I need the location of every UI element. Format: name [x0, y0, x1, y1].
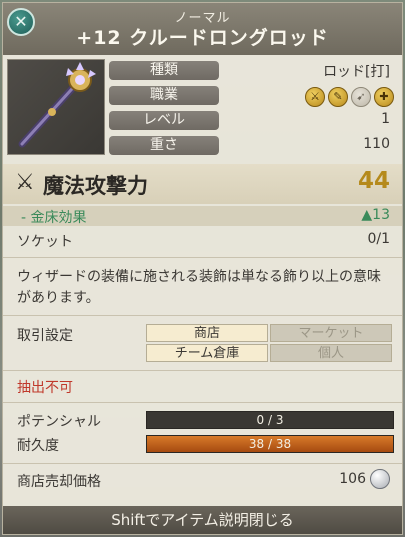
durability-label: 耐久度: [17, 438, 59, 454]
potential-bar: 0 / 3: [146, 411, 394, 429]
stat-label-level: レベル: [109, 111, 219, 130]
crossed-swords-icon: ⚔: [15, 170, 35, 195]
trade-option-market: マーケット: [270, 324, 392, 342]
item-image: [7, 59, 105, 155]
sell-price-label: 商店売却価格: [17, 474, 101, 490]
silver-coin-icon: [370, 469, 390, 489]
trade-settings-label: 取引設定: [17, 328, 73, 344]
stat-label-weight: 重さ: [109, 136, 219, 155]
potential-value: 0 / 3: [256, 413, 284, 427]
bow-job-icon: ➹: [351, 87, 371, 107]
divider: [3, 370, 402, 371]
tooltip-header: ✕ ノーマル +12 クルードロングロッド: [3, 3, 402, 55]
stat-label-job: 職業: [109, 86, 219, 105]
trade-option-shop: 商店: [146, 324, 268, 342]
socket-label: ソケット: [17, 234, 73, 250]
gold-bed-row: - 金床効果 ▲13: [3, 206, 402, 226]
magic-attack-label: 魔法攻撃力: [43, 174, 148, 198]
item-description: ウィザードの装備に施される装飾は単なる飾り以上の意味があります。: [17, 269, 381, 306]
staff-job-icon: ✎: [328, 87, 348, 107]
magic-attack-row: ⚔ 魔法攻撃力 44: [3, 164, 402, 204]
stat-value-weight: 110: [363, 136, 390, 152]
trade-option-personal: 個人: [270, 344, 392, 362]
potential-label: ポテンシャル: [17, 414, 101, 430]
divider: [3, 315, 402, 316]
socket-value: 0/1: [367, 231, 390, 247]
sword-job-icon: ⚔: [305, 87, 325, 107]
sell-price-value: 106: [339, 471, 366, 487]
durability-value: 38 / 38: [248, 437, 292, 451]
cross-job-icon: ✚: [374, 87, 394, 107]
stat-label-type: 種類: [109, 61, 219, 80]
divider: [3, 257, 402, 258]
gold-bed-label: - 金床効果: [21, 210, 87, 226]
stat-value-type: ロッド[打]: [323, 64, 390, 80]
trade-option-team-storage: チーム倉庫: [146, 344, 268, 362]
divider: [3, 463, 402, 464]
stat-value-level: 1: [381, 111, 390, 127]
rod-icon: [18, 62, 96, 148]
magic-attack-value: 44: [357, 168, 390, 194]
item-name: +12 クルードロングロッド: [76, 27, 329, 49]
gold-bed-value: ▲13: [361, 207, 390, 223]
trade-settings-grid: 商店 マーケット チーム倉庫 個人: [146, 324, 394, 364]
divider: [3, 402, 402, 403]
extract-status: 抽出不可: [17, 380, 73, 396]
durability-bar: 38 / 38: [146, 435, 394, 453]
shift-hint: Shiftでアイテム説明閉じる: [3, 506, 402, 534]
item-tooltip: ✕ ノーマル +12 クルードロングロッド 種類 ロッド[打] 職業 ⚔ ✎ ➹…: [2, 2, 403, 535]
